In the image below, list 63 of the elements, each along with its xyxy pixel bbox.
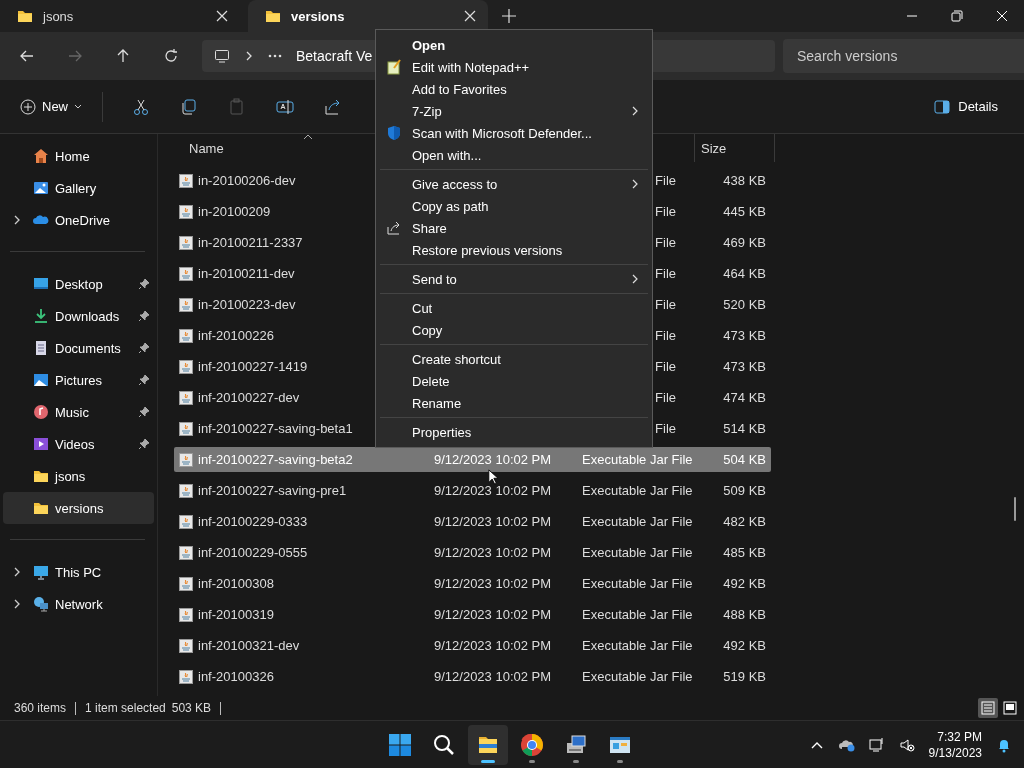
file-type: File xyxy=(654,328,677,343)
file-name: inf-20100227-saving-pre1 xyxy=(198,483,347,498)
file-date: 9/12/2023 10:02 PM xyxy=(434,576,553,591)
file-size: 520 KB xyxy=(722,297,766,312)
file-size: 445 KB xyxy=(722,204,766,219)
file-name: inf-20100227-saving-beta2 xyxy=(198,452,353,467)
file-name: in-20100211-dev xyxy=(198,266,295,281)
file-name: in-20100209 xyxy=(198,204,271,219)
file-type: Executable Jar File xyxy=(582,452,690,467)
selection-size: 503 KB xyxy=(171,701,212,715)
file-name: in-20100206-dev xyxy=(198,173,296,188)
file-name: inf-20100227-saving-beta1 xyxy=(198,421,353,436)
file-size: 504 KB xyxy=(722,452,766,467)
item-count: 360 items xyxy=(14,701,67,715)
file-type: File xyxy=(654,235,677,250)
file-size: 519 KB xyxy=(722,669,766,684)
file-size: 473 KB xyxy=(722,359,766,374)
file-type: File xyxy=(654,390,677,405)
file-name: in-20100223-dev xyxy=(198,297,296,312)
breadcrumb: Betacraft Ve xyxy=(296,48,373,64)
file-size: 464 KB xyxy=(722,266,766,281)
file-name: inf-20100226 xyxy=(198,328,274,343)
file-size: 485 KB xyxy=(722,545,766,560)
file-type: Executable Jar File xyxy=(582,545,690,560)
file-size: 438 KB xyxy=(722,173,766,188)
file-type: File xyxy=(654,173,677,188)
file-date: 9/12/2023 10:02 PM xyxy=(434,514,553,529)
file-size: 482 KB xyxy=(722,514,766,529)
selection-count: 1 item selected xyxy=(85,701,166,715)
file-name: inf-20100227-dev xyxy=(198,390,300,405)
file-size: 473 KB xyxy=(722,328,766,343)
file-name: inf-20100319 xyxy=(198,607,274,622)
file-name: inf-20100229-0555 xyxy=(198,545,308,560)
file-size: 488 KB xyxy=(722,607,766,622)
file-type: Executable Jar File xyxy=(582,514,690,529)
file-name: in-20100211-2337 xyxy=(198,235,303,250)
file-name: inf-20100229-0333 xyxy=(198,514,308,529)
file-date: 9/12/2023 10:02 PM xyxy=(434,607,553,622)
file-size: 474 KB xyxy=(722,390,766,405)
file-size: 509 KB xyxy=(722,483,766,498)
file-type: Executable Jar File xyxy=(582,607,690,622)
file-type: File xyxy=(654,297,677,312)
file-type: Executable Jar File xyxy=(582,638,690,653)
file-name: inf-20100227-1419 xyxy=(198,359,308,374)
file-name: inf-20100326 xyxy=(198,669,274,684)
file-type: Executable Jar File xyxy=(582,576,690,591)
file-size: 469 KB xyxy=(722,235,766,250)
file-date: 9/12/2023 10:02 PM xyxy=(434,545,553,560)
file-type: Executable Jar File xyxy=(582,483,690,498)
file-type: File xyxy=(654,266,677,281)
file-type: File xyxy=(654,359,677,374)
file-name: inf-20100308 xyxy=(198,576,274,591)
file-date: 9/12/2023 10:02 PM xyxy=(434,483,553,498)
file-size: 492 KB xyxy=(722,576,766,591)
file-date: 9/12/2023 10:02 PM xyxy=(434,638,553,653)
file-size: 514 KB xyxy=(722,421,766,436)
file-type: Executable Jar File xyxy=(582,669,690,684)
file-type: File xyxy=(654,421,677,436)
file-name: inf-20100321-dev xyxy=(198,638,300,653)
file-date: 9/12/2023 10:02 PM xyxy=(434,669,553,684)
file-type: File xyxy=(654,204,677,219)
file-date: 9/12/2023 10:02 PM xyxy=(434,452,553,467)
file-size: 492 KB xyxy=(722,638,766,653)
